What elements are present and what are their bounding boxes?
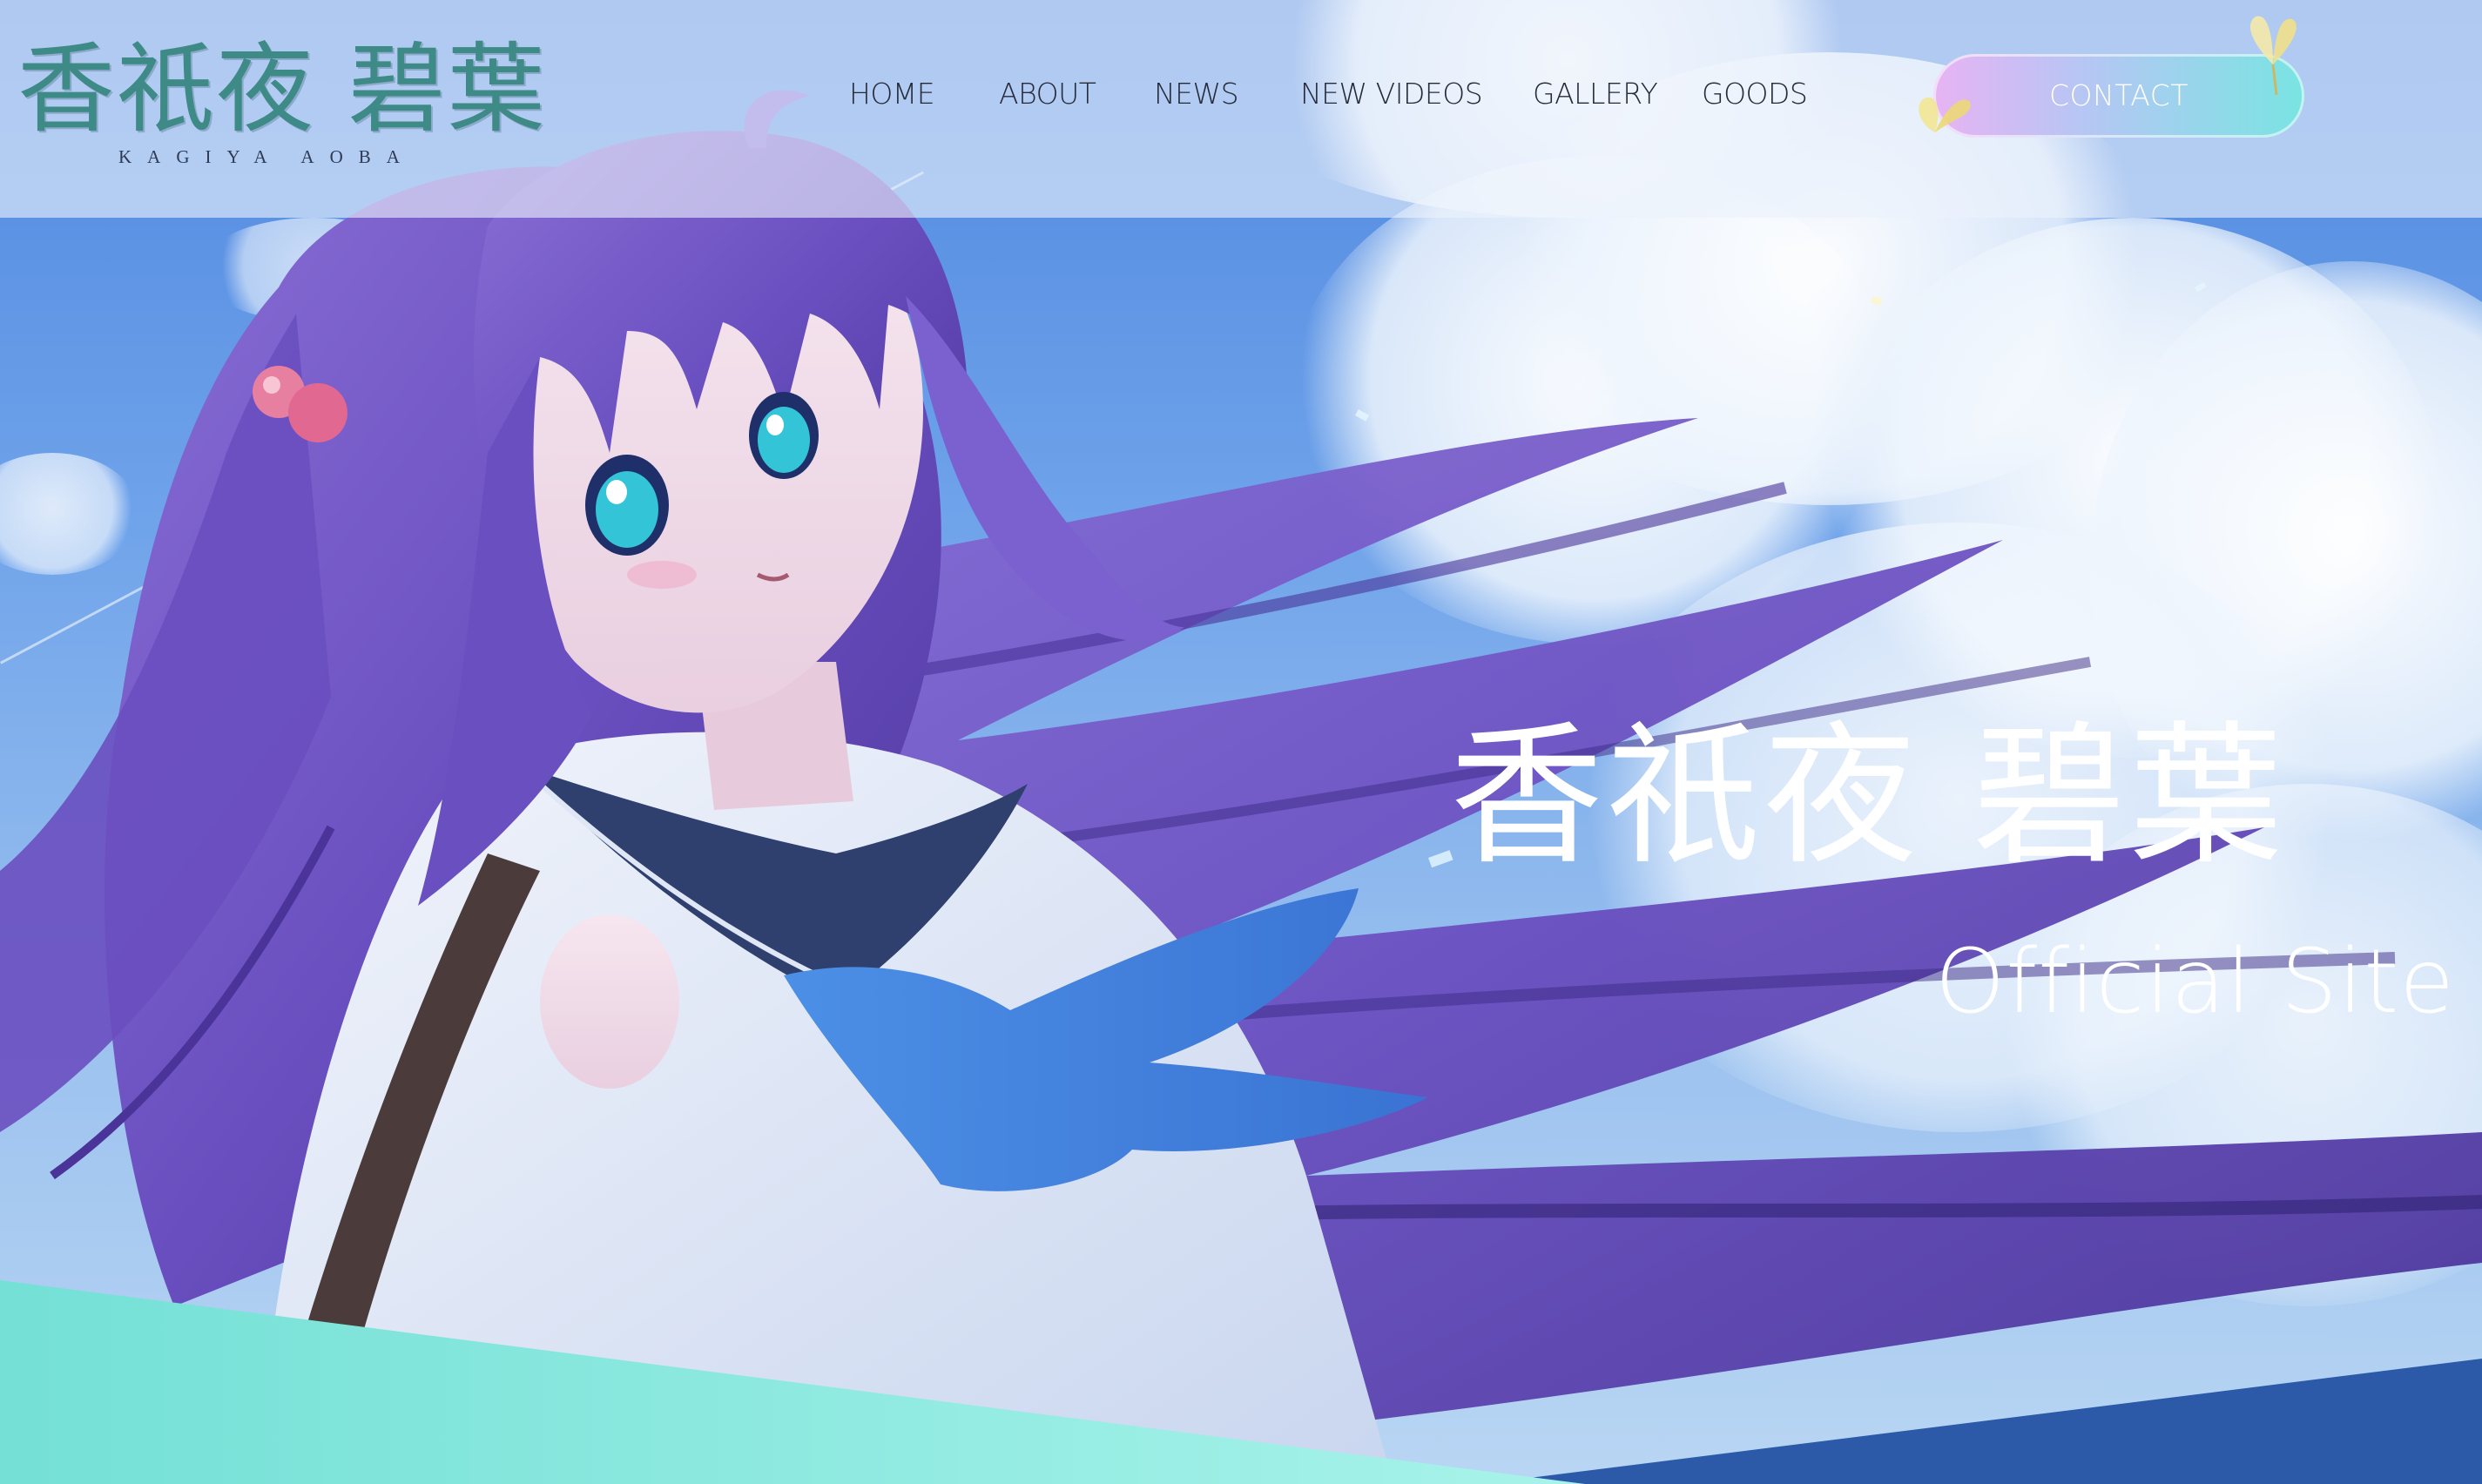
- logo-romaji: KAGIYA AOBA: [118, 146, 415, 167]
- hero-subtitle: Official Site: [1935, 930, 2455, 1034]
- nav-new-videos[interactable]: NEW VIDEOS: [1300, 77, 1483, 111]
- nav-about[interactable]: ABOUT: [999, 77, 1096, 111]
- nav-goods[interactable]: GOODS: [1702, 77, 1808, 111]
- nav-news[interactable]: NEWS: [1154, 77, 1239, 111]
- site-logo[interactable]: 香祇夜 碧葉 KAGIYA AOBA: [17, 33, 545, 172]
- yellow-butterfly-icon: [1919, 97, 1971, 132]
- logo-kanji: 香祇夜 碧葉: [17, 33, 547, 146]
- yellow-butterfly-icon: [2249, 16, 2297, 96]
- nav-home[interactable]: HOME: [849, 77, 935, 111]
- site-header: 香祇夜 碧葉 KAGIYA AOBA HOME ABOUT NEWS NEW V…: [0, 0, 2482, 218]
- nav-gallery[interactable]: GALLERY: [1533, 77, 1658, 111]
- hero-title: 香祇夜 碧葉: [1450, 707, 2286, 886]
